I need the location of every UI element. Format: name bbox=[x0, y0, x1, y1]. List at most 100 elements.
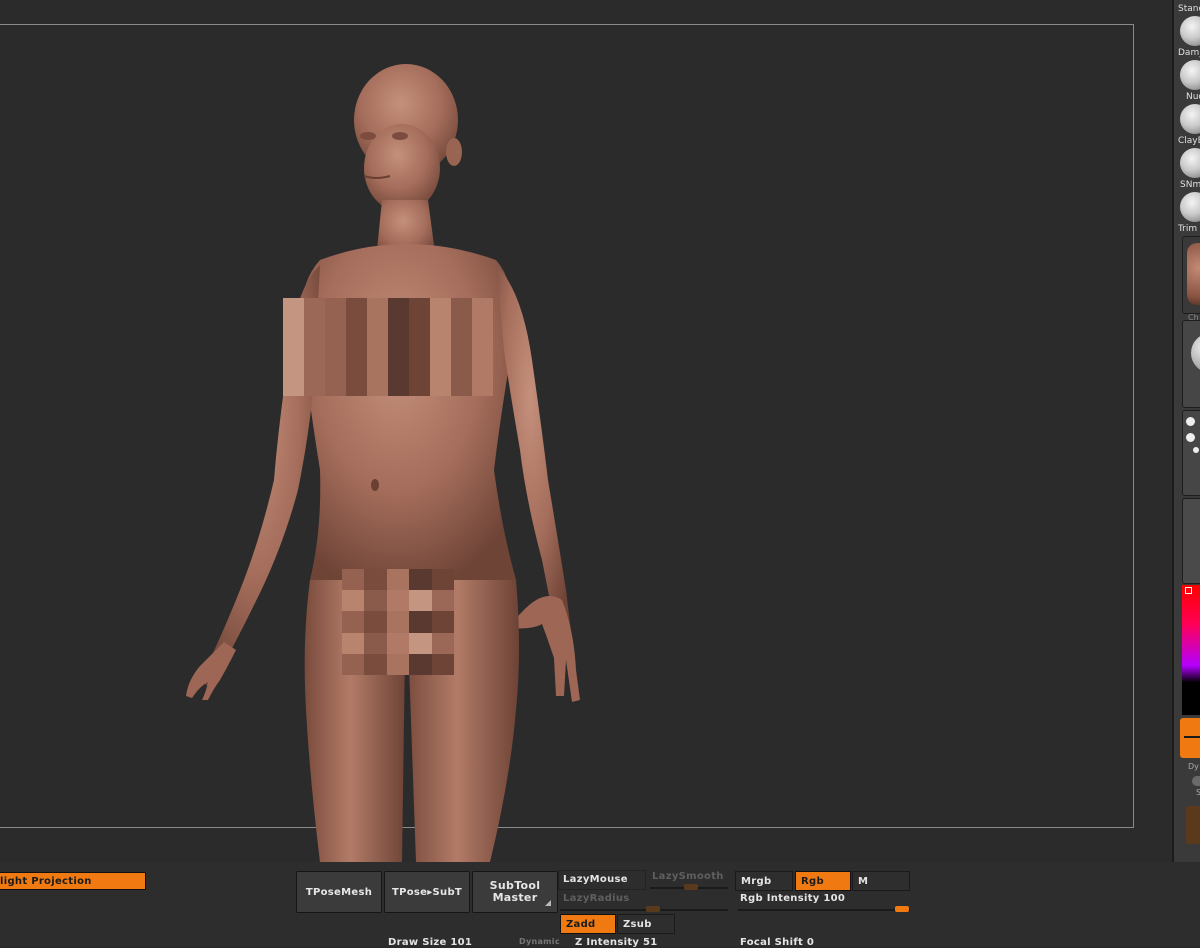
lazy-radius-knob[interactable] bbox=[646, 906, 660, 912]
mosaic-tile bbox=[430, 298, 451, 318]
brush-label-clay: ClayB bbox=[1178, 136, 1200, 146]
brush-label-standard: Stand bbox=[1178, 4, 1200, 14]
mosaic-tile bbox=[431, 569, 454, 591]
dynamic-sub-label: S bbox=[1196, 788, 1200, 797]
mosaic-tile bbox=[431, 653, 454, 675]
rgb-intensity-label: Rgb Intensity 100 bbox=[740, 893, 846, 904]
dam-standard-brush-icon[interactable] bbox=[1180, 60, 1200, 90]
bottom-toolbar: light Projection TPoseMesh TPose▸SubT Su… bbox=[0, 862, 1200, 948]
corner-triangle-icon bbox=[545, 900, 551, 906]
mosaic-tile bbox=[451, 317, 472, 338]
mosaic-chest bbox=[283, 298, 493, 396]
mosaic-tile bbox=[304, 337, 325, 357]
m-button[interactable]: M bbox=[852, 871, 910, 891]
mosaic-tile bbox=[367, 376, 388, 396]
mosaic-tile bbox=[367, 356, 388, 377]
mosaic-tile bbox=[283, 337, 304, 357]
subtool-master-button[interactable]: SubTool Master bbox=[472, 871, 558, 913]
alpha-swatch[interactable] bbox=[1182, 498, 1200, 584]
tpose-mesh-button[interactable]: TPoseMesh bbox=[296, 871, 382, 913]
dots-stroke-icon-2 bbox=[1186, 433, 1195, 442]
mosaic-tile bbox=[451, 337, 472, 357]
mosaic-tile bbox=[342, 632, 365, 654]
mosaic-tile bbox=[409, 590, 432, 612]
mosaic-tile bbox=[346, 298, 367, 318]
mrgb-button[interactable]: Mrgb bbox=[735, 871, 793, 891]
standard-brush-icon[interactable] bbox=[1180, 16, 1200, 46]
viewport-canvas[interactable] bbox=[0, 0, 1172, 862]
stroke-swatch[interactable] bbox=[1182, 410, 1200, 496]
mosaic-tile bbox=[409, 611, 432, 633]
sculpt-model[interactable] bbox=[170, 60, 600, 862]
mosaic-tile bbox=[342, 611, 365, 633]
lazy-radius-slider[interactable] bbox=[560, 909, 728, 911]
mosaic-tile bbox=[430, 376, 451, 396]
mosaic-tile bbox=[283, 376, 304, 396]
mosaic-tile bbox=[409, 653, 432, 675]
dark-orange-swatch[interactable] bbox=[1186, 806, 1200, 844]
mosaic-tile bbox=[409, 356, 430, 377]
rgb-intensity-slider[interactable] bbox=[738, 909, 910, 911]
material-preview-icon bbox=[1187, 243, 1200, 305]
matcap-sphere-icon bbox=[1191, 333, 1200, 373]
dots-stroke-icon-3 bbox=[1193, 447, 1199, 453]
matcap-swatch[interactable] bbox=[1182, 320, 1200, 408]
mosaic-tile bbox=[409, 317, 430, 338]
move-brush-icon[interactable] bbox=[1180, 104, 1200, 134]
mosaic-tile bbox=[472, 356, 493, 377]
mosaic-tile bbox=[388, 356, 409, 377]
active-color-swatch[interactable] bbox=[1180, 718, 1200, 758]
brush-label-move: Nud bbox=[1186, 92, 1200, 102]
rgb-button[interactable]: Rgb bbox=[795, 871, 851, 891]
mosaic-tile bbox=[342, 653, 365, 675]
snake-hook-brush-icon[interactable] bbox=[1180, 192, 1200, 222]
draw-size-label[interactable]: Draw Size 101 bbox=[388, 937, 472, 948]
color-picker-handle-icon[interactable] bbox=[1185, 587, 1192, 594]
mosaic-tile bbox=[386, 569, 410, 591]
mosaic-tile bbox=[472, 298, 493, 318]
mosaic-tile bbox=[325, 356, 346, 377]
mosaic-tile bbox=[409, 569, 432, 591]
zadd-button[interactable]: Zadd bbox=[560, 914, 616, 934]
mosaic-tile bbox=[409, 298, 430, 318]
mosaic-tile bbox=[364, 590, 387, 612]
mosaic-tile bbox=[430, 337, 451, 357]
mosaic-tile bbox=[472, 376, 493, 396]
mosaic-tile bbox=[364, 611, 387, 633]
rgb-intensity-knob[interactable] bbox=[895, 906, 909, 912]
lazy-mouse-box[interactable] bbox=[558, 870, 646, 890]
dynamic-label-bottom[interactable]: Dynamic bbox=[519, 937, 560, 946]
color-picker[interactable] bbox=[1182, 585, 1200, 715]
mosaic-tile bbox=[367, 337, 388, 357]
mosaic-tile bbox=[451, 298, 472, 318]
mosaic-tile bbox=[388, 317, 409, 338]
mosaic-tile bbox=[367, 317, 388, 338]
zsub-button[interactable]: Zsub bbox=[617, 914, 675, 934]
mosaic-tile bbox=[388, 298, 409, 318]
mosaic-tile bbox=[367, 298, 388, 318]
mosaic-tile bbox=[386, 590, 410, 612]
spotlight-projection-button[interactable]: light Projection bbox=[0, 872, 146, 890]
mosaic-tile bbox=[283, 317, 304, 338]
mosaic-tile bbox=[325, 317, 346, 338]
lazy-radius-label: LazyRadius bbox=[563, 893, 630, 904]
mosaic-tile bbox=[325, 298, 346, 318]
mosaic-tile bbox=[430, 356, 451, 377]
mosaic-tile bbox=[346, 317, 367, 338]
z-intensity-label[interactable]: Z Intensity 51 bbox=[575, 937, 658, 948]
clay-buildup-brush-icon[interactable] bbox=[1180, 148, 1200, 178]
lazy-smooth-label: LazySmooth bbox=[652, 871, 724, 882]
brush-label-snake: SNmo bbox=[1180, 180, 1200, 190]
dynamic-toggle-icon[interactable] bbox=[1192, 776, 1200, 786]
focal-shift-label[interactable]: Focal Shift 0 bbox=[740, 937, 814, 948]
mosaic-tile bbox=[342, 569, 365, 591]
mosaic-pelvis bbox=[342, 569, 454, 675]
mosaic-tile bbox=[364, 653, 387, 675]
tpose-subt-button[interactable]: TPose▸SubT bbox=[384, 871, 470, 913]
lazy-smooth-knob[interactable] bbox=[684, 884, 698, 890]
mosaic-tile bbox=[304, 317, 325, 338]
material-swatch[interactable] bbox=[1182, 236, 1200, 314]
mosaic-tile bbox=[431, 590, 454, 612]
mosaic-tile bbox=[386, 611, 410, 633]
right-shelf: Stand Dam_ Nud ClayB SNmo Trim Ch Dy S bbox=[1172, 0, 1200, 862]
